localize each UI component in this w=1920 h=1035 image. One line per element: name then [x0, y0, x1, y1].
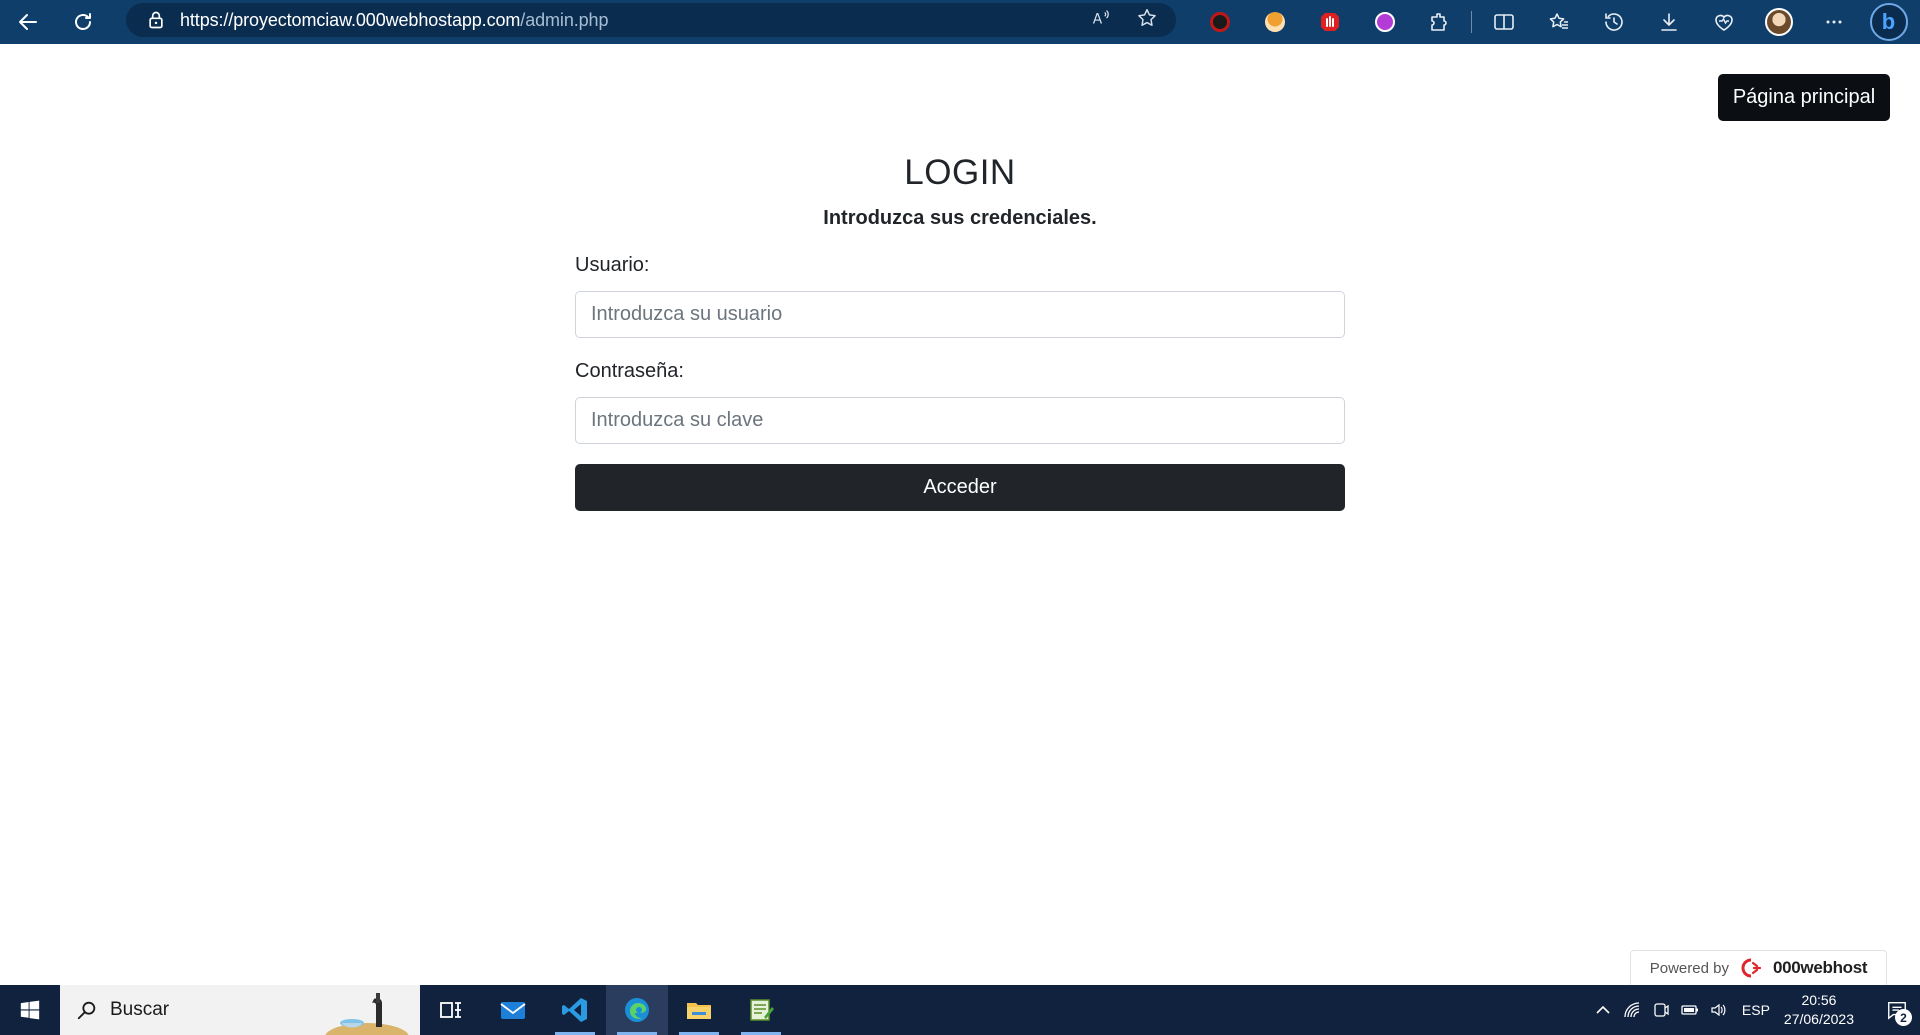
clock-date: 27/06/2023 — [1783, 1011, 1854, 1027]
bing-chat-button[interactable]: b — [1861, 0, 1916, 44]
clock[interactable]: 20:56 27/06/2023 — [1784, 991, 1854, 1029]
network-button[interactable] — [1618, 985, 1647, 1035]
lock-icon — [146, 10, 166, 30]
vscode-icon — [562, 998, 587, 1022]
taskbar-vscode-app[interactable] — [544, 985, 606, 1035]
powered-by-badge[interactable]: Powered by 000webhost — [1630, 950, 1887, 985]
input-language-indicator[interactable]: ESP — [1742, 1002, 1770, 1018]
profile-avatar[interactable] — [1751, 0, 1806, 44]
extensions-puzzle-icon[interactable] — [1412, 0, 1467, 44]
browser-essentials-icon[interactable] — [1696, 0, 1751, 44]
search-placeholder: Buscar — [110, 999, 170, 1020]
login-form: LOGIN Introduzca sus credenciales. Usuar… — [575, 150, 1345, 511]
extensions-area: b — [1192, 0, 1916, 44]
chevron-up-icon — [1596, 1005, 1610, 1014]
password-input[interactable] — [575, 397, 1345, 444]
taskbar-edge-app[interactable] — [606, 985, 668, 1035]
task-view-icon — [440, 1002, 461, 1018]
speaker-icon — [1711, 1003, 1726, 1017]
extension-purple-icon[interactable] — [1357, 0, 1412, 44]
edge-icon — [625, 998, 649, 1022]
username-label: Usuario: — [575, 254, 650, 276]
back-button[interactable] — [0, 0, 55, 44]
search-highlight-illustration — [325, 993, 409, 1035]
taskbar-search[interactable]: Buscar — [60, 985, 420, 1035]
taskbar-mail-app[interactable] — [482, 985, 544, 1035]
more-options-icon[interactable] — [1806, 0, 1861, 44]
wifi-icon — [1624, 1002, 1640, 1018]
folder-icon — [687, 1003, 711, 1019]
toolbar-separator — [1471, 11, 1472, 33]
notification-count-badge: 2 — [1895, 1009, 1912, 1026]
clock-time: 20:56 — [1801, 992, 1837, 1008]
url-host: https://proyectomciaw.000webhostapp.com — [180, 9, 521, 30]
start-button[interactable] — [0, 985, 60, 1035]
history-icon[interactable] — [1586, 0, 1641, 44]
taskbar-notepad-app[interactable] — [730, 985, 792, 1035]
volume-button[interactable] — [1705, 985, 1734, 1035]
battery-button[interactable] — [1676, 985, 1705, 1035]
extension-record-icon[interactable] — [1192, 0, 1247, 44]
home-page-button[interactable]: Página principal — [1718, 74, 1890, 121]
username-input[interactable] — [575, 291, 1345, 338]
split-screen-icon[interactable] — [1476, 0, 1531, 44]
browser-toolbar: https://proyectomciaw.000webhostapp.com/… — [0, 0, 1920, 44]
read-aloud-icon[interactable]: A — [1090, 7, 1112, 34]
password-label: Contraseña: — [575, 360, 684, 382]
notification-center-button[interactable]: 2 — [1874, 985, 1920, 1035]
refresh-button[interactable] — [55, 0, 110, 44]
device-icon — [1654, 1003, 1670, 1017]
meet-now-button[interactable] — [1647, 985, 1676, 1035]
login-submit-button[interactable]: Acceder — [575, 464, 1345, 511]
bing-icon: b — [1869, 3, 1908, 41]
webhost-logo-icon — [1741, 958, 1762, 978]
favorite-star-icon[interactable] — [1136, 7, 1158, 34]
windows-logo-icon — [20, 1000, 40, 1020]
svg-text:A: A — [1093, 11, 1103, 27]
arrow-left-icon — [18, 14, 37, 30]
downloads-icon[interactable] — [1641, 0, 1696, 44]
system-tray: ESP 20:56 27/06/2023 2 — [1589, 985, 1920, 1035]
favorites-icon[interactable] — [1531, 0, 1586, 44]
mail-icon — [500, 1002, 526, 1019]
extension-adblock-icon[interactable] — [1302, 0, 1357, 44]
url-text[interactable]: https://proyectomciaw.000webhostapp.com/… — [180, 10, 608, 31]
powered-by-text: Powered by — [1649, 959, 1729, 977]
battery-icon — [1681, 1005, 1699, 1015]
login-subtitle: Introduzca sus credenciales. — [823, 207, 1097, 229]
windows-taskbar: Buscar ESP 20:56 27/06/2023 2 — [0, 985, 1920, 1035]
address-bar[interactable]: https://proyectomciaw.000webhostapp.com/… — [126, 3, 1176, 37]
show-hidden-icons-button[interactable] — [1589, 985, 1618, 1035]
extension-mushroom-icon[interactable] — [1247, 0, 1302, 44]
webhost-brand: 000webhost — [1772, 958, 1868, 977]
page-title: LOGIN — [904, 153, 1016, 192]
search-icon — [77, 1001, 96, 1020]
task-view-button[interactable] — [420, 985, 482, 1035]
url-path: /admin.php — [520, 9, 609, 30]
refresh-icon — [74, 13, 91, 30]
taskbar-file-explorer-app[interactable] — [668, 985, 730, 1035]
notepad-icon — [750, 999, 774, 1021]
